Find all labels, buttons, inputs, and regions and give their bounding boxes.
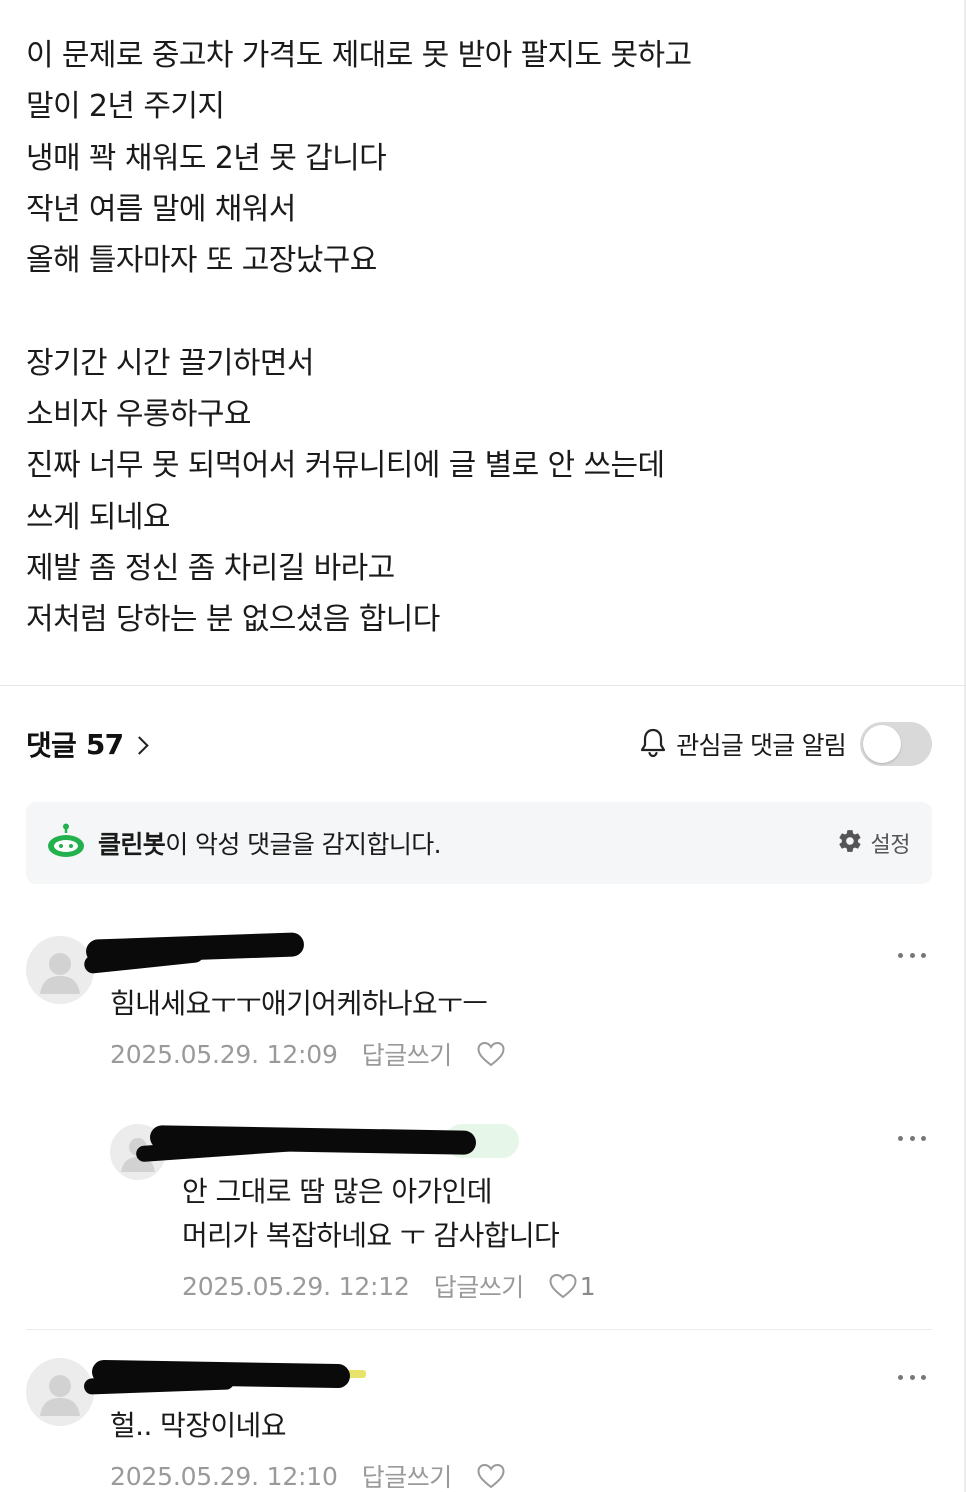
article-line: 이 문제로 중고차 가격도 제대로 못 받아 팔지도 못하고 (26, 38, 692, 73)
article-line: 작년 여름 말에 채워서 (26, 191, 296, 227)
comment-text: 힘내세요ㅜㅜ애기어케하나요ㅜㅡ (110, 987, 488, 1020)
cleanbot-settings-button[interactable]: 설정 (837, 827, 911, 859)
article-line-blank (26, 286, 926, 337)
like-button[interactable]: 1 (548, 1272, 596, 1301)
more-options-button[interactable] (892, 1128, 932, 1148)
comment-text: 머리가 복잡하네요 ㅜ 감사합니다 (182, 1219, 560, 1252)
article-line: 진짜 너무 못 되먹어서 커뮤니티에 글 별로 안 쓰는데 (26, 448, 665, 484)
chevron-right-icon (130, 735, 149, 755)
comment-text: 안 그대로 땀 많은 아가인데 (182, 1175, 493, 1208)
article-line: 제발 좀 정신 좀 차리길 바라고 (26, 550, 395, 586)
more-options-button[interactable] (892, 945, 932, 965)
comment-divider (26, 1329, 932, 1330)
article-line: 장기간 시간 끌기하면서 (26, 345, 314, 381)
section-divider (0, 685, 966, 686)
notify-toggle[interactable] (860, 722, 932, 766)
article-line: 저처럼 당하는 분 없으셨음 합니다 (26, 602, 440, 638)
comment-meta: 2025.05.29. 12:10 답글쓰기 (110, 1458, 508, 1492)
comment-meta: 2025.05.29. 12:12 답글쓰기 1 (182, 1268, 596, 1304)
cleanbot-text: 이 악성 댓글을 감지합니다. (165, 830, 441, 859)
comment-date: 2025.05.29. 12:09 (110, 1039, 338, 1069)
article-body: 이 문제로 중고차 가격도 제대로 못 받아 팔지도 못하고 말이 2년 주기지… (26, 30, 926, 646)
gear-icon (837, 828, 863, 858)
toggle-knob (863, 725, 901, 763)
avatar[interactable] (26, 936, 94, 1004)
reply-button[interactable]: 답글쓰기 (362, 1036, 453, 1072)
avatar[interactable] (26, 1358, 94, 1426)
heart-icon (549, 1273, 577, 1299)
default-user-icon (40, 1375, 80, 1416)
reply-button[interactable]: 답글쓰기 (362, 1458, 453, 1492)
comments-count-link[interactable]: 댓글 57 (26, 724, 149, 764)
notify-label: 관심글 댓글 알림 (676, 731, 847, 760)
comment-date: 2025.05.29. 12:10 (110, 1461, 338, 1491)
comments-count: 57 (85, 727, 124, 761)
article-line: 냉매 꽉 채워도 2년 못 갑니다 (26, 140, 387, 176)
comments-header: 댓글 57 관심글 댓글 알림 (26, 720, 932, 768)
cleanbot-name: 클린봇 (98, 830, 166, 859)
comment-text: 헐.. 막장이네요 (110, 1409, 286, 1442)
reply-button[interactable]: 답글쓰기 (434, 1268, 525, 1304)
article-line: 쓰게 되네요 (26, 499, 171, 535)
settings-label: 설정 (870, 833, 911, 858)
comment-notify: 관심글 댓글 알림 (638, 722, 932, 766)
article-line: 올해 틀자마자 또 고장났구요 (26, 243, 377, 279)
heart-icon (477, 1463, 505, 1489)
comment-date: 2025.05.29. 12:12 (182, 1271, 410, 1301)
cleanbot-message: 클린봇이 악성 댓글을 감지합니다. (98, 825, 442, 861)
more-options-button[interactable] (892, 1367, 932, 1387)
like-count: 1 (579, 1271, 596, 1301)
heart-icon (477, 1041, 505, 1067)
comment-meta: 2025.05.29. 12:09 답글쓰기 (110, 1036, 508, 1072)
article-line: 말이 2년 주기지 (26, 89, 225, 125)
bell-icon (638, 726, 668, 762)
cleanbot-banner: 클린봇이 악성 댓글을 감지합니다. 설정 (26, 802, 932, 884)
default-user-icon (40, 953, 80, 994)
like-button[interactable] (476, 1462, 508, 1490)
cleanbot-robot-icon (46, 823, 86, 863)
like-button[interactable] (476, 1040, 508, 1068)
article-line: 소비자 우롱하구요 (26, 397, 252, 433)
comments-title: 댓글 (26, 729, 77, 762)
